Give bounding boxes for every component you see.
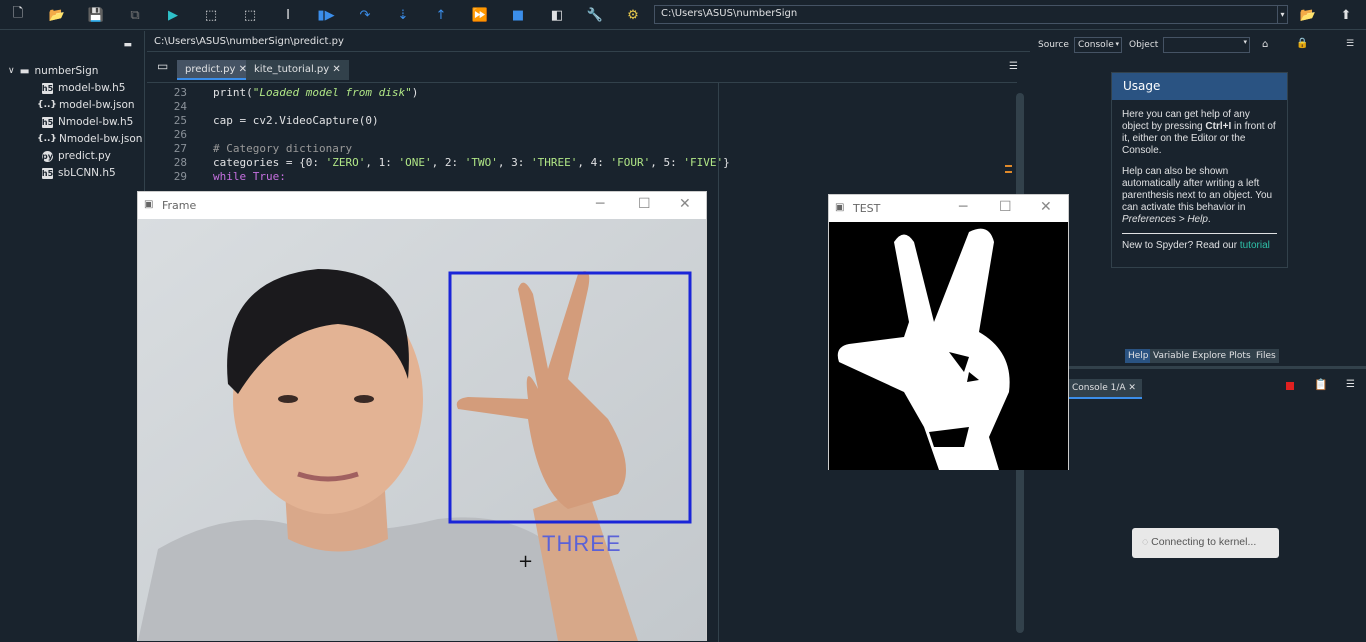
stop-icon[interactable] [1286, 382, 1294, 390]
close-icon[interactable]: ✕ [332, 64, 340, 75]
tree-root-label: numberSign [34, 65, 99, 77]
chevron-down-icon[interactable]: ∨ [8, 66, 15, 76]
step-icon[interactable]: ↷ [355, 5, 375, 25]
prediction-label: THREE [542, 531, 622, 556]
run-cell-icon[interactable]: ⬚ [201, 5, 221, 25]
tab-kite-tutorial[interactable]: kite_tutorial.py ✕ [246, 60, 349, 80]
stop-debug-icon[interactable]: ■ [508, 5, 528, 25]
save-icon[interactable]: 💾 [86, 5, 106, 25]
tab-console[interactable]: Console 1/A ✕ [1068, 379, 1142, 399]
project-explorer: ▬ ∨ ▬ numberSign h5 model-bw.h5 {..} model… [0, 31, 145, 641]
h5-file-icon: h5 [41, 167, 54, 179]
object-label: Object [1129, 40, 1159, 50]
tab-variable-explorer[interactable]: Variable Explorer [1150, 349, 1233, 363]
python-path-icon[interactable]: ⚙ [623, 5, 643, 25]
json-file-icon: {..} [37, 134, 57, 144]
close-icon[interactable]: ✕ [679, 196, 691, 212]
usage-text-3: New to Spyder? Read our tutorial [1122, 240, 1270, 251]
app-icon: ▣ [835, 202, 845, 213]
close-icon[interactable]: ✕ [1040, 199, 1052, 215]
tree-file[interactable]: h5 Nmodel-bw.h5 [42, 116, 133, 128]
chevron-down-icon: ▾ [1243, 38, 1247, 46]
minimize-icon[interactable]: ─ [596, 196, 604, 212]
pane-menu-icon[interactable]: ☰ [1346, 39, 1354, 49]
test-titlebar[interactable]: ▣ TEST ─ ☐ ✕ [829, 195, 1068, 222]
chevron-down-icon[interactable]: ▾ [1277, 6, 1287, 23]
pane-menu-icon[interactable]: ▬ [123, 40, 132, 50]
clipboard-icon[interactable]: 📋 [1314, 378, 1328, 391]
chevron-down-icon: ▾ [1115, 40, 1119, 48]
spinner-icon: ◌ [1142, 536, 1149, 548]
editor-menu-icon[interactable]: ☰ [1009, 61, 1018, 72]
tree-root[interactable]: ∨ ▬ numberSign [8, 65, 98, 77]
working-directory-field[interactable]: C:\Users\ASUS\numberSign ▾ [654, 5, 1288, 24]
close-icon[interactable]: ✕ [1128, 383, 1136, 393]
crosshair-cursor-icon: + [518, 551, 534, 572]
tree-file[interactable]: h5 sbLCNN.h5 [42, 167, 116, 179]
splitter[interactable] [1034, 366, 1366, 369]
usage-text-2: Help can also be shown automatically aft… [1122, 166, 1273, 225]
frame-title: Frame [162, 199, 197, 212]
tree-file[interactable]: py predict.py [42, 150, 111, 162]
run-icon[interactable]: ▶ [163, 5, 183, 25]
pane-menu-icon[interactable]: ☰ [1346, 379, 1355, 390]
step-into-icon[interactable]: ⇣ [393, 5, 413, 25]
frame-titlebar[interactable]: ▣ Frame ─ ☐ ✕ [138, 192, 706, 219]
scroll-marker [1005, 165, 1012, 173]
test-title: TEST [853, 202, 881, 215]
test-window[interactable]: ▣ TEST ─ ☐ ✕ [828, 194, 1069, 470]
usage-text-1: Here you can get help of any object by p… [1122, 109, 1276, 156]
browse-folder-icon[interactable]: 📂 [1298, 5, 1318, 25]
step-return-icon[interactable]: ↑ [431, 5, 451, 25]
tab-files[interactable]: Files [1253, 349, 1279, 363]
usage-panel: Usage Here you can get help of any objec… [1111, 72, 1288, 268]
run-selection-icon[interactable]: I [278, 5, 298, 25]
folder-icon: ▬ [19, 65, 30, 77]
tree-file[interactable]: h5 model-bw.h5 [41, 82, 126, 94]
tree-file[interactable]: {..} Nmodel-bw.json [37, 133, 142, 145]
home-icon[interactable]: ⌂ [1262, 39, 1268, 50]
connecting-status: ◌ Connecting to kernel... [1132, 528, 1279, 558]
parent-directory-icon[interactable]: ⬆ [1336, 5, 1356, 25]
maximize-icon[interactable]: ☐ [999, 199, 1012, 215]
tutorial-link[interactable]: tutorial [1240, 240, 1270, 251]
debug-icon[interactable]: ▮▶ [316, 5, 336, 25]
object-combo[interactable]: ▾ [1163, 37, 1250, 53]
lock-icon[interactable]: 🔒 [1296, 38, 1308, 49]
divider [1122, 233, 1277, 234]
h5-file-icon: h5 [41, 82, 54, 94]
new-file-icon[interactable]: 🗋 [8, 5, 28, 25]
tab-predict[interactable]: predict.py ✕ [177, 60, 255, 80]
h5-file-icon: h5 [41, 116, 54, 128]
browse-tabs-icon[interactable]: ▭ [157, 59, 168, 73]
preferences-wrench-icon[interactable]: 🔧 [585, 5, 605, 25]
tab-plots[interactable]: Plots [1226, 349, 1254, 363]
source-label: Source [1038, 40, 1069, 50]
continue-icon[interactable]: ⏩ [470, 5, 490, 25]
webcam-feed: THREE + [138, 219, 706, 641]
editor-file-path: C:\Users\ASUS\numberSign\predict.py [147, 34, 1030, 52]
python-file-icon: py [42, 150, 53, 162]
working-directory-value: C:\Users\ASUS\numberSign [661, 8, 798, 19]
webcam-image [138, 219, 706, 641]
save-all-icon[interactable]: ⧉ [125, 5, 145, 25]
maximize-pane-icon[interactable]: ◧ [547, 5, 567, 25]
usage-title: Usage [1112, 73, 1287, 100]
source-select[interactable]: Console ▾ [1074, 37, 1122, 53]
tree-file[interactable]: {..} model-bw.json [37, 99, 134, 111]
open-file-icon[interactable]: 📂 [47, 5, 67, 25]
threshold-image [829, 222, 1068, 470]
threshold-mask-image [829, 222, 1068, 470]
json-file-icon: {..} [37, 100, 57, 110]
run-cell-advance-icon[interactable]: ⬚ [240, 5, 260, 25]
tab-help[interactable]: Help [1125, 349, 1152, 363]
maximize-icon[interactable]: ☐ [638, 196, 651, 212]
minimize-icon[interactable]: ─ [959, 199, 967, 215]
main-toolbar: 🗋 📂 💾 ⧉ ▶ ⬚ ⬚ I ▮▶ ↷ ⇣ ↑ ⏩ ■ ◧ 🔧 ⚙ C:\Us… [0, 0, 1366, 30]
frame-window[interactable]: ▣ Frame ─ ☐ ✕ THREE + [137, 191, 707, 641]
app-icon: ▣ [144, 199, 154, 210]
console-pane: Console 1/A ✕ 📋 ☰ [1034, 374, 1366, 641]
